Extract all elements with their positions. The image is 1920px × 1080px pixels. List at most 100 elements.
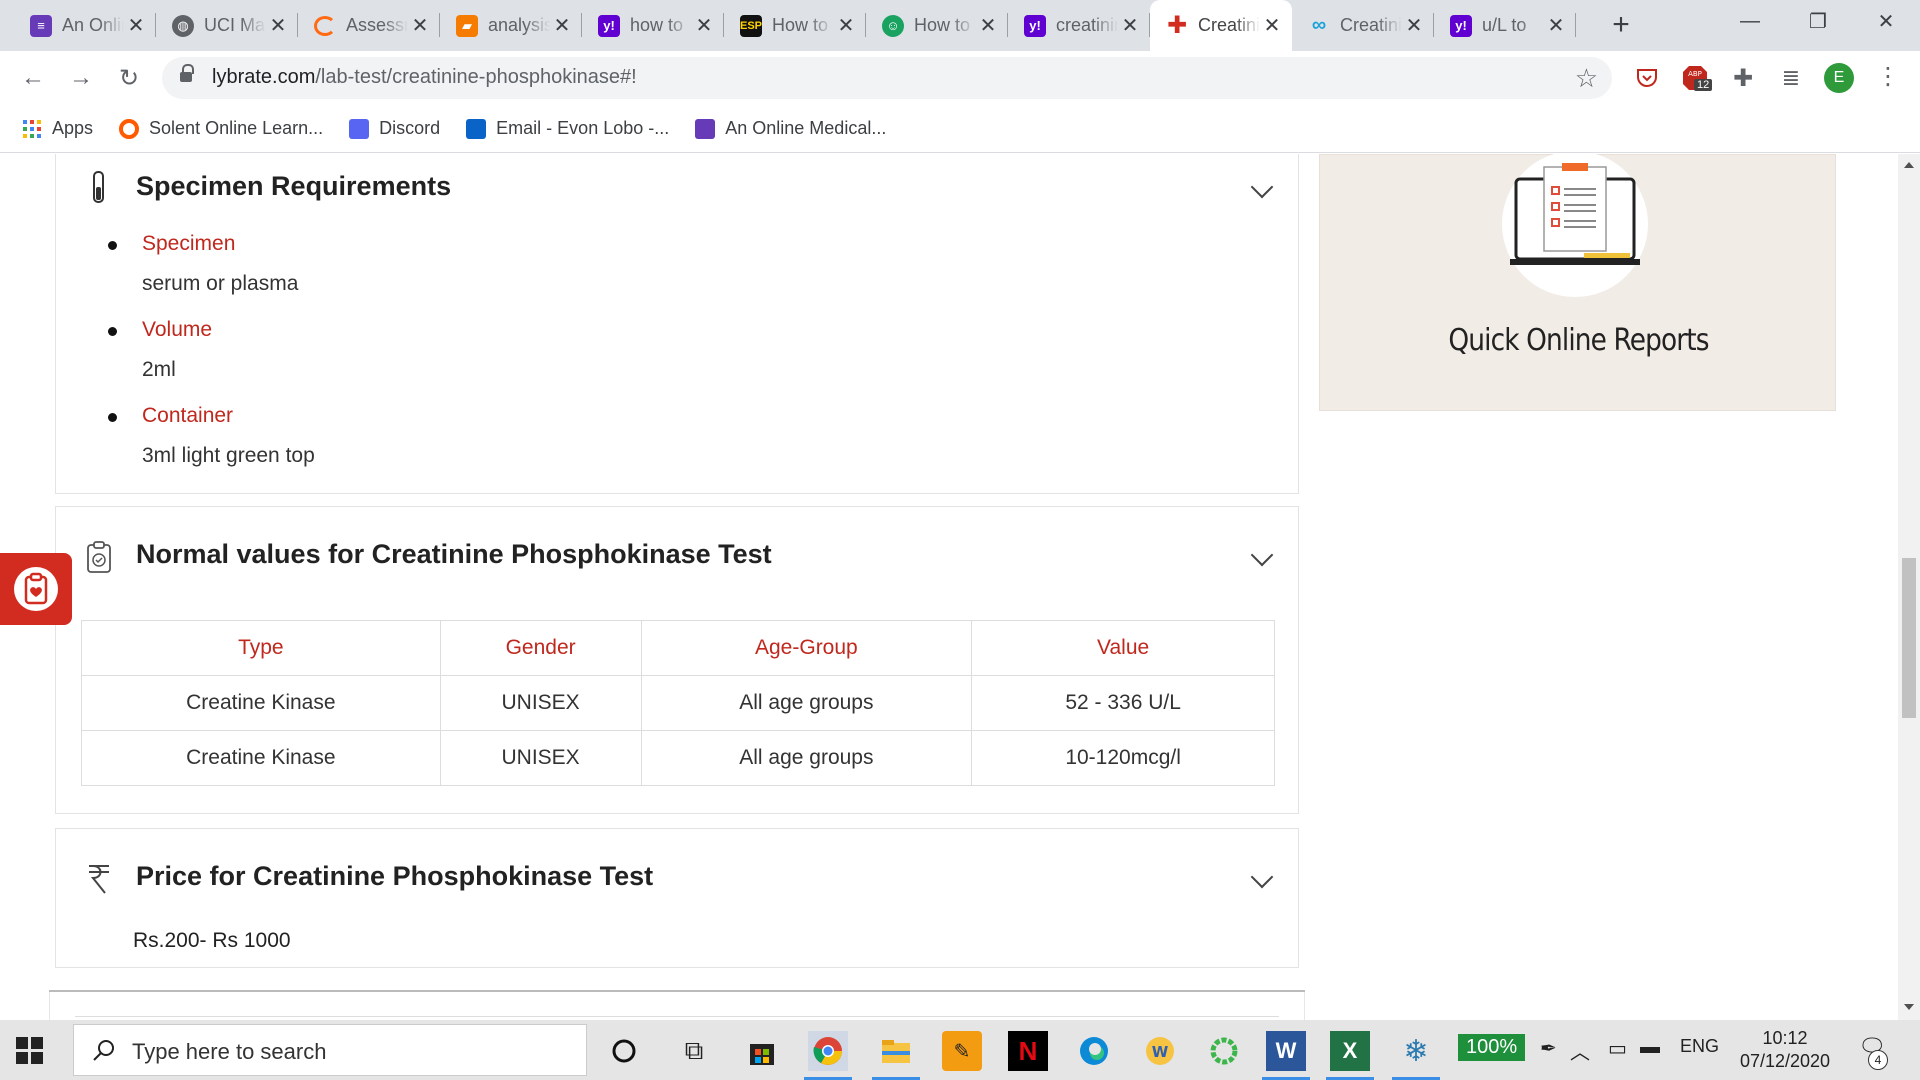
tab-5[interactable]: ESP How to ✕	[724, 0, 866, 51]
scrollbar-thumb[interactable]	[1902, 558, 1916, 718]
close-icon[interactable]: ✕	[694, 16, 714, 36]
table-cell: All age groups	[640, 675, 973, 731]
tab-title: UCI Machine Learning	[204, 15, 266, 35]
close-icon[interactable]: ✕	[410, 16, 430, 36]
edge-icon[interactable]	[1074, 1031, 1114, 1071]
chevron-down-icon[interactable]	[1252, 547, 1272, 567]
taskbar-search-box[interactable]: Type here to search	[73, 1024, 587, 1076]
tab-2[interactable]: Assessment ✕	[298, 0, 440, 51]
specimen-label: Volume	[142, 318, 213, 341]
tab-6[interactable]: ☺ How to ✕	[866, 0, 1008, 51]
close-icon[interactable]: ✕	[978, 16, 998, 36]
close-icon[interactable]: ✕	[1404, 16, 1424, 36]
forward-button[interactable]: →	[64, 61, 98, 95]
bookmark-label: An Online Medical...	[725, 118, 887, 138]
table-cell: 52 - 336 U/L	[971, 675, 1275, 731]
close-icon[interactable]: ✕	[268, 16, 288, 36]
tab-title: creatinine	[1056, 15, 1118, 35]
store-icon[interactable]	[742, 1031, 782, 1071]
battery-icon[interactable]: ▬	[1640, 1036, 1660, 1059]
clipboard-heart-icon	[14, 567, 58, 611]
minimize-button[interactable]: —	[1716, 0, 1784, 42]
profile-avatar[interactable]: E	[1824, 63, 1854, 93]
tab-7[interactable]: y! creatinine ✕	[1008, 0, 1150, 51]
search-placeholder: Type here to search	[132, 1039, 327, 1064]
close-icon[interactable]: ✕	[126, 16, 146, 36]
chrome-icon[interactable]	[808, 1031, 848, 1071]
bookmark-star-icon[interactable]: ☆	[1575, 63, 1598, 94]
specimen-label: Container	[142, 404, 234, 427]
specimen-item: Volume 2ml	[106, 315, 315, 385]
close-window-button[interactable]: ✕	[1852, 0, 1920, 42]
extensions-puzzle-icon[interactable]: ✚	[1728, 63, 1758, 93]
language-indicator[interactable]: ENG	[1680, 1036, 1719, 1057]
cortana-icon[interactable]	[604, 1031, 644, 1071]
price-heading: Price for Creatinine Phosphokinase Test	[136, 861, 654, 891]
tab-9[interactable]: ∞ Creatinine ✕	[1292, 0, 1434, 51]
word-icon[interactable]: W	[1266, 1031, 1306, 1071]
table-row: Creatine Kinase UNISEX All age groups 10…	[81, 730, 1275, 786]
lock-icon[interactable]	[180, 64, 194, 84]
restore-button[interactable]: ❐	[1784, 0, 1852, 42]
bookmark-email[interactable]: Email - Evon Lobo -...	[466, 118, 669, 139]
specimen-item: Container 3ml light green top	[106, 401, 315, 471]
tab-3[interactable]: ▰ analysis ✕	[440, 0, 582, 51]
tab-title: How to	[772, 15, 829, 35]
back-button[interactable]: ←	[16, 61, 50, 95]
close-icon[interactable]: ✕	[836, 16, 856, 36]
media-queue-icon[interactable]: ≣	[1776, 63, 1806, 93]
chevron-down-icon[interactable]	[1252, 179, 1272, 199]
excel-icon[interactable]: X	[1330, 1031, 1370, 1071]
snowflake-app-icon[interactable]: ❄	[1396, 1031, 1436, 1071]
specimen-list: Specimen serum or plasma Volume 2ml Cont…	[106, 229, 315, 487]
scroll-up-arrow[interactable]	[1904, 162, 1914, 168]
url-path: /lab-test/creatinine-phosphokinase#!	[315, 66, 637, 88]
bookmark-apps[interactable]: Apps	[22, 118, 93, 139]
bookmark-solent[interactable]: Solent Online Learn...	[119, 118, 323, 139]
new-tab-button[interactable]: +	[1604, 8, 1638, 42]
task-view-icon[interactable]: ⧉	[674, 1031, 714, 1071]
tab-0[interactable]: ≡ An Online Medical... ✕	[14, 0, 156, 51]
address-bar[interactable]: lybrate.com/lab-test/creatinine-phosphok…	[162, 57, 1612, 99]
scroll-down-arrow[interactable]	[1904, 1004, 1914, 1010]
page-scrollbar[interactable]	[1898, 154, 1920, 1020]
clock-date: 07/12/2020	[1739, 1051, 1831, 1071]
close-icon[interactable]: ✕	[552, 16, 572, 36]
yahoo-icon: y!	[598, 14, 620, 37]
taskbar-clock[interactable]: 10:12 07/12/2020	[1730, 1027, 1840, 1073]
bookmark-discord[interactable]: Discord	[349, 118, 440, 139]
chevron-up-icon[interactable]: ︿	[1570, 1036, 1590, 1065]
windows-start-icon[interactable]	[16, 1037, 44, 1065]
reload-button[interactable]: ↻	[112, 61, 146, 95]
pocket-icon[interactable]	[1632, 63, 1662, 93]
battery-percent-badge[interactable]: 100%	[1458, 1034, 1526, 1061]
robot-icon: ☺	[882, 14, 904, 37]
url-text[interactable]: lybrate.com/lab-test/creatinine-phosphok…	[212, 66, 637, 89]
tab-1[interactable]: ◍ UCI Machine Learning ✕	[156, 0, 298, 51]
quick-reports-banner[interactable]: Quick Online Reports	[1319, 154, 1836, 411]
tab-4[interactable]: y! how to ✕	[582, 0, 724, 51]
browser-menu-icon[interactable]: ⋮	[1876, 63, 1900, 93]
close-icon[interactable]: ✕	[1262, 16, 1282, 36]
meet-now-icon[interactable]: ▭	[1608, 1036, 1627, 1061]
loading-ring-icon[interactable]	[1204, 1031, 1244, 1071]
clipboard-check-icon	[87, 541, 111, 573]
file-explorer-icon[interactable]	[876, 1031, 916, 1071]
tab-10[interactable]: y! u/L to ✕	[1434, 0, 1576, 51]
bookmark-medical[interactable]: An Online Medical...	[695, 118, 886, 139]
close-icon[interactable]: ✕	[1546, 16, 1566, 36]
table-cell: UNISEX	[439, 730, 642, 786]
tab-title: An Online Medical...	[62, 15, 124, 35]
sketch-app-icon[interactable]: ✎	[942, 1031, 982, 1071]
weather-app-icon[interactable]: W	[1140, 1031, 1180, 1071]
floating-health-button[interactable]	[0, 553, 72, 625]
lybrate-icon: ✚	[1166, 12, 1188, 39]
chevron-down-icon[interactable]	[1252, 869, 1272, 889]
table-cell: Creatine Kinase	[81, 675, 441, 731]
netflix-icon[interactable]: N	[1008, 1031, 1048, 1071]
table-cell: 10-120mcg/l	[971, 730, 1275, 786]
close-icon[interactable]: ✕	[1120, 16, 1140, 36]
pen-icon[interactable]: ✒	[1540, 1036, 1557, 1061]
tab-8-active[interactable]: ✚ Creatinine ✕	[1150, 0, 1292, 51]
adblock-icon[interactable]: ABP 12	[1680, 63, 1713, 93]
